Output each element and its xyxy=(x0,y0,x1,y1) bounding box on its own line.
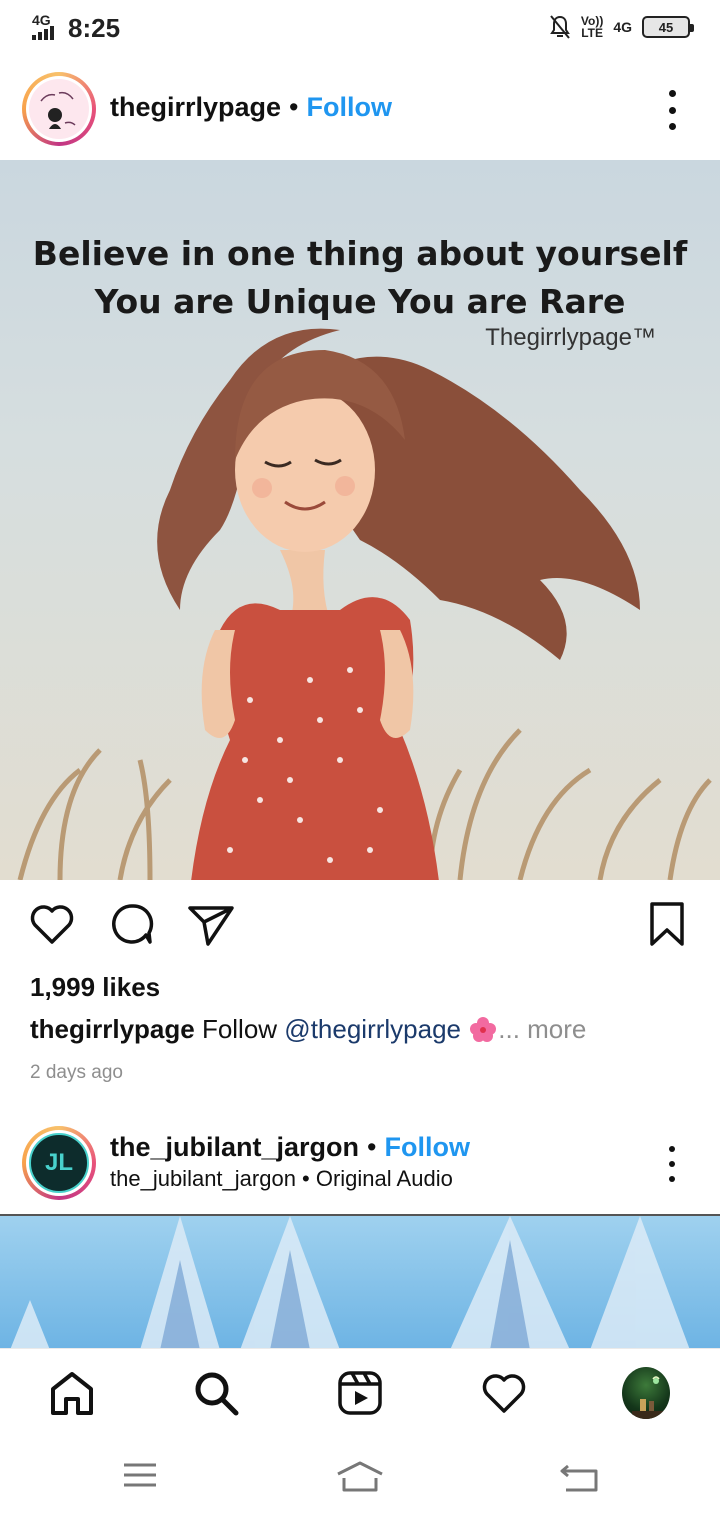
post-actions xyxy=(0,890,720,962)
post2-audio-label[interactable]: the_jubilant_jargon • Original Audio xyxy=(110,1166,453,1192)
post2-username[interactable]: the_jubilant_jargon xyxy=(110,1132,359,1163)
battery-level: 45 xyxy=(658,19,674,35)
clock: 8:25 xyxy=(68,12,121,43)
home-icon xyxy=(51,1372,93,1415)
more-options-icon[interactable] xyxy=(662,90,682,130)
search-icon xyxy=(195,1372,239,1416)
mute-icon xyxy=(550,15,570,39)
volte-bottom: LTE xyxy=(581,26,603,40)
volte-indicator: Vo)) LTE xyxy=(581,15,603,39)
post-header: thegirrlypage • Follow xyxy=(0,70,720,148)
home-icon xyxy=(337,1461,383,1492)
quote-line-2: You are Unique You are Rare xyxy=(94,282,626,321)
reels-icon xyxy=(338,1371,382,1415)
nav-home[interactable] xyxy=(48,1369,96,1417)
share-button[interactable] xyxy=(186,900,236,953)
avatar[interactable] xyxy=(22,72,96,146)
bookmark-icon xyxy=(650,902,684,946)
heart-icon xyxy=(30,905,74,944)
caption-more-button[interactable]: ... more xyxy=(498,1014,586,1044)
heart-icon xyxy=(482,1374,526,1413)
more-options-icon[interactable] xyxy=(662,1146,682,1182)
image-quote: Believe in one thing about yourself You … xyxy=(0,230,720,326)
comment-button[interactable] xyxy=(108,900,156,953)
quote-line-1: Believe in one thing about yourself xyxy=(32,234,688,273)
system-home-button[interactable] xyxy=(334,1460,386,1499)
send-icon xyxy=(188,906,234,946)
follow-button[interactable]: Follow xyxy=(307,92,392,123)
post2-avatar[interactable]: JL xyxy=(22,1126,96,1200)
nav-search[interactable] xyxy=(192,1369,240,1417)
back-button[interactable] xyxy=(560,1460,600,1499)
system-nav xyxy=(0,1434,720,1520)
menu-icon xyxy=(124,1463,156,1487)
nav-reels[interactable] xyxy=(336,1369,384,1417)
recent-apps-button[interactable] xyxy=(122,1460,158,1495)
post-image[interactable]: Believe in one thing about yourself You … xyxy=(0,160,720,880)
post-username[interactable]: thegirrlypage xyxy=(110,92,281,123)
post-header-text: thegirrlypage • Follow xyxy=(110,92,392,123)
snowy-trees-image xyxy=(10,1216,690,1348)
image-watermark: Thegirrlypage™ xyxy=(485,324,656,351)
post2-follow-button[interactable]: Follow xyxy=(384,1132,469,1163)
post2-header: JL the_jubilant_jargon • Follow the_jubi… xyxy=(0,1124,720,1204)
bottom-nav xyxy=(0,1348,720,1434)
status-right: Vo)) LTE 4G 45 xyxy=(549,14,694,40)
post2-header-text: the_jubilant_jargon • Follow xyxy=(110,1132,470,1163)
status-left: 4G 8:25 xyxy=(30,12,120,44)
avatar-image xyxy=(29,79,89,139)
caption-username[interactable]: thegirrlypage xyxy=(30,1014,195,1044)
signal-icon: 4G xyxy=(30,12,64,44)
nav-profile[interactable] xyxy=(622,1367,670,1419)
nav-activity[interactable] xyxy=(480,1369,528,1417)
back-icon xyxy=(560,1464,598,1492)
save-button[interactable] xyxy=(646,900,688,953)
separator: • xyxy=(289,92,299,122)
post-caption: thegirrlypage Follow @thegirrlypage ... … xyxy=(30,1014,586,1045)
caption-mention[interactable]: @thegirrlypage xyxy=(284,1014,461,1044)
likes-count[interactable]: 1,999 likes xyxy=(30,972,160,1003)
battery-icon: 45 xyxy=(642,16,694,38)
like-button[interactable] xyxy=(28,900,76,953)
caption-text: Follow xyxy=(194,1014,285,1044)
network-indicator: 4G xyxy=(613,19,632,35)
separator: • xyxy=(367,1132,377,1162)
hibiscus-icon xyxy=(470,1017,497,1042)
comment-icon xyxy=(112,904,154,944)
avatar xyxy=(622,1367,670,1419)
status-bar: 4G 8:25 Vo)) LTE 4G 45 xyxy=(0,0,720,58)
post-timestamp: 2 days ago xyxy=(30,1062,123,1083)
post2-image[interactable] xyxy=(0,1214,720,1348)
post2-avatar-image: JL xyxy=(29,1133,89,1193)
